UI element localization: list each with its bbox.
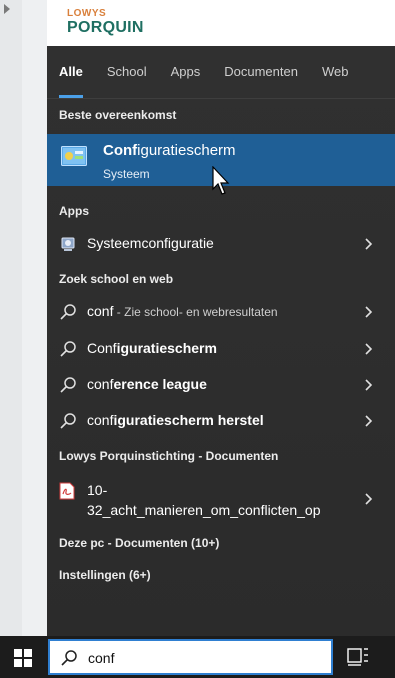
web-result-label: conf - Zie school- en webresultaten xyxy=(87,303,278,319)
app-result-systeemconfiguratie[interactable]: Systeemconfiguratie xyxy=(47,227,395,261)
web-result-match: conf xyxy=(87,412,114,428)
app-result-label: Systeemconfiguratie xyxy=(87,235,214,251)
web-result-hint: - Zie school- en webresultaten xyxy=(113,305,278,319)
web-result-label: conference league xyxy=(87,376,207,392)
web-result-conf[interactable]: conf - Zie school- en webresultaten xyxy=(47,295,395,329)
chevron-right-icon[interactable] xyxy=(364,415,373,427)
web-result-match: Conf xyxy=(87,340,117,356)
start-button[interactable] xyxy=(0,636,47,678)
app-result-match: Systeem xyxy=(87,235,142,251)
search-panel: Alle School Apps Documenten Web Beste ov… xyxy=(47,46,395,636)
section-school-web: Zoek school en web xyxy=(59,272,174,286)
best-match-title-match: Conf xyxy=(103,142,138,159)
web-result-label: Configuratiescherm xyxy=(87,340,217,356)
search-icon xyxy=(61,650,77,666)
system-config-icon xyxy=(61,237,75,251)
web-result-match: conf xyxy=(87,303,114,319)
tab-apps[interactable]: Apps xyxy=(159,46,213,98)
best-match-title: Configuratiescherm xyxy=(103,142,236,159)
section-this-pc[interactable]: Deze pc - Documenten (10+) xyxy=(59,536,219,550)
section-best-match: Beste overeenkomst xyxy=(59,108,177,122)
web-result-match: conf xyxy=(87,376,114,392)
web-result-rest: iguratiescherm herstel xyxy=(113,412,264,428)
chevron-right-icon[interactable] xyxy=(364,493,373,505)
web-result-configuratiescherm-herstel[interactable]: configuratiescherm herstel xyxy=(47,404,395,438)
search-icon xyxy=(60,413,76,429)
web-result-conference-league[interactable]: conference league xyxy=(47,368,395,402)
tab-school[interactable]: School xyxy=(95,46,159,98)
web-result-configuratiescherm[interactable]: Configuratiescherm xyxy=(47,332,395,366)
chevron-right-icon[interactable] xyxy=(364,306,373,318)
tabs-divider xyxy=(47,98,395,99)
org-header: LOWYS PORQUIN xyxy=(47,0,395,46)
chevron-right-icon[interactable] xyxy=(364,379,373,391)
tab-all[interactable]: Alle xyxy=(47,46,95,98)
taskbar: conf xyxy=(0,636,395,678)
section-documents: Lowys Porquinstichting - Documenten xyxy=(59,449,279,463)
chevron-right-icon[interactable] xyxy=(364,238,373,250)
document-result[interactable]: 10- 32_acht_manieren_om_conflicten_op xyxy=(47,476,395,524)
web-result-rest: erence league xyxy=(113,376,207,392)
search-tabs: Alle School Apps Documenten Web xyxy=(47,46,395,98)
org-logo: LOWYS PORQUIN xyxy=(67,9,144,36)
tab-documents[interactable]: Documenten xyxy=(212,46,310,98)
logo-line-2: PORQUIN xyxy=(67,19,144,36)
document-result-label: 10- 32_acht_manieren_om_conflicten_op xyxy=(87,480,321,520)
best-match-title-rest: iguratiescherm xyxy=(137,142,236,159)
control-panel-icon xyxy=(61,146,87,166)
windows-logo-icon xyxy=(14,649,32,667)
chevron-right-icon[interactable] xyxy=(364,343,373,355)
search-icon xyxy=(60,304,76,320)
section-settings[interactable]: Instellingen (6+) xyxy=(59,568,151,582)
document-line-1: 10- xyxy=(87,482,108,498)
mouse-cursor-icon xyxy=(212,166,230,195)
search-icon xyxy=(60,377,76,393)
best-match-subtitle: Systeem xyxy=(103,167,150,181)
app-result-rest: configuratie xyxy=(141,235,214,251)
document-line-2: 32_acht_manieren_om_conflicten_op xyxy=(87,502,321,518)
background-sidebar xyxy=(0,0,22,636)
tab-web[interactable]: Web xyxy=(310,46,361,98)
search-query[interactable]: conf xyxy=(88,650,114,666)
web-result-rest: iguratiescherm xyxy=(116,340,217,356)
search-icon xyxy=(60,341,76,357)
logo-line-1: LOWYS xyxy=(67,8,107,19)
pdf-icon xyxy=(59,482,75,500)
web-result-label: configuratiescherm herstel xyxy=(87,412,264,428)
background-window xyxy=(0,0,47,636)
expand-arrow-icon[interactable] xyxy=(4,4,10,14)
section-apps: Apps xyxy=(59,204,89,218)
taskbar-search-input[interactable]: conf xyxy=(48,639,333,675)
task-view-icon[interactable] xyxy=(347,647,369,667)
